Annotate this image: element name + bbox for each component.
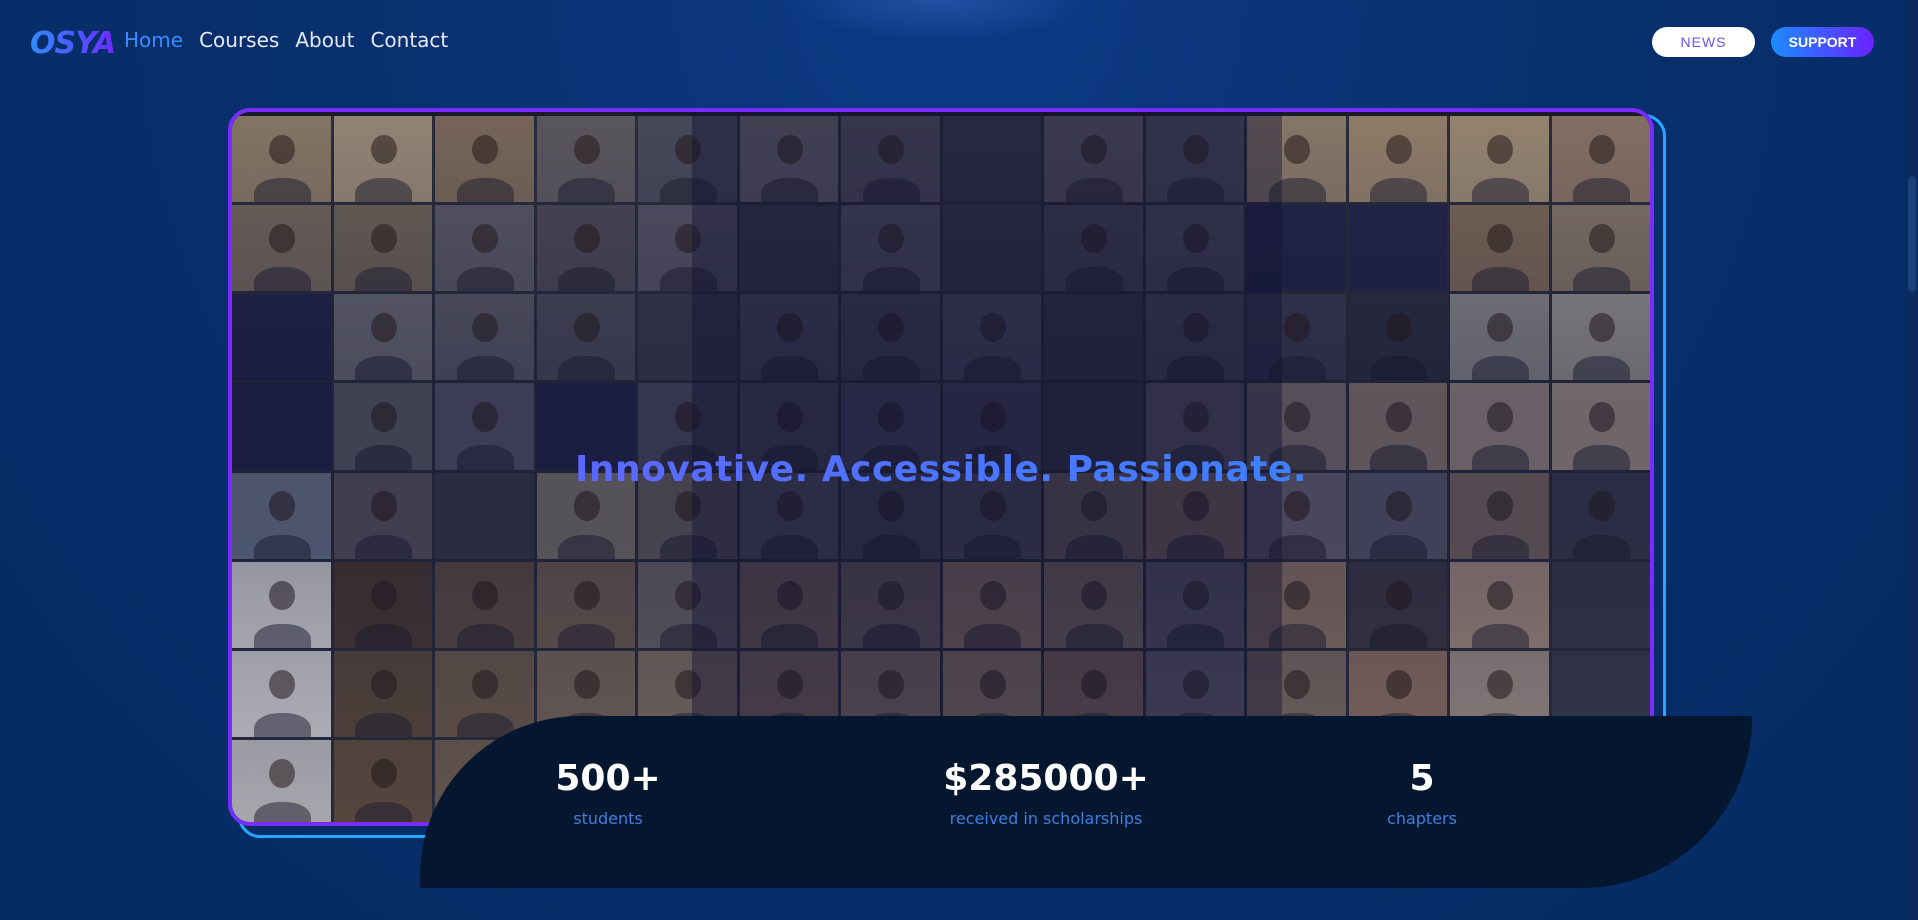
navbar: OSYA Home Courses About Contact NEWS SUP… bbox=[0, 0, 1918, 84]
nav-link-courses[interactable]: Courses bbox=[199, 28, 279, 52]
osya-logo[interactable]: OSYA bbox=[30, 26, 116, 61]
stat-value: 5 bbox=[1409, 758, 1435, 799]
stat-chapters: 5 chapters bbox=[1272, 758, 1572, 828]
stat-students: 500+ students bbox=[458, 758, 758, 828]
page-scrollbar[interactable] bbox=[1906, 0, 1918, 920]
stat-value: 500+ bbox=[555, 758, 661, 799]
hero-tagline: Innovative. Accessible. Passionate. bbox=[232, 449, 1650, 490]
stat-label: chapters bbox=[1387, 809, 1457, 828]
stat-label: received in scholarships bbox=[949, 809, 1143, 828]
scrollbar-thumb[interactable] bbox=[1908, 176, 1916, 292]
support-button[interactable]: SUPPORT bbox=[1771, 27, 1874, 57]
collage-center-overlay bbox=[692, 112, 1282, 732]
nav-link-contact[interactable]: Contact bbox=[370, 28, 448, 52]
nav-links: Home Courses About Contact bbox=[124, 28, 448, 52]
news-button[interactable]: NEWS bbox=[1652, 27, 1755, 57]
stat-label: students bbox=[573, 809, 643, 828]
stat-value: $285000+ bbox=[943, 758, 1149, 799]
nav-link-home[interactable]: Home bbox=[124, 28, 183, 52]
nav-link-about[interactable]: About bbox=[295, 28, 354, 52]
stat-scholarships: $285000+ received in scholarships bbox=[896, 758, 1196, 828]
stats-panel: 500+ students $285000+ received in schol… bbox=[420, 716, 1752, 888]
